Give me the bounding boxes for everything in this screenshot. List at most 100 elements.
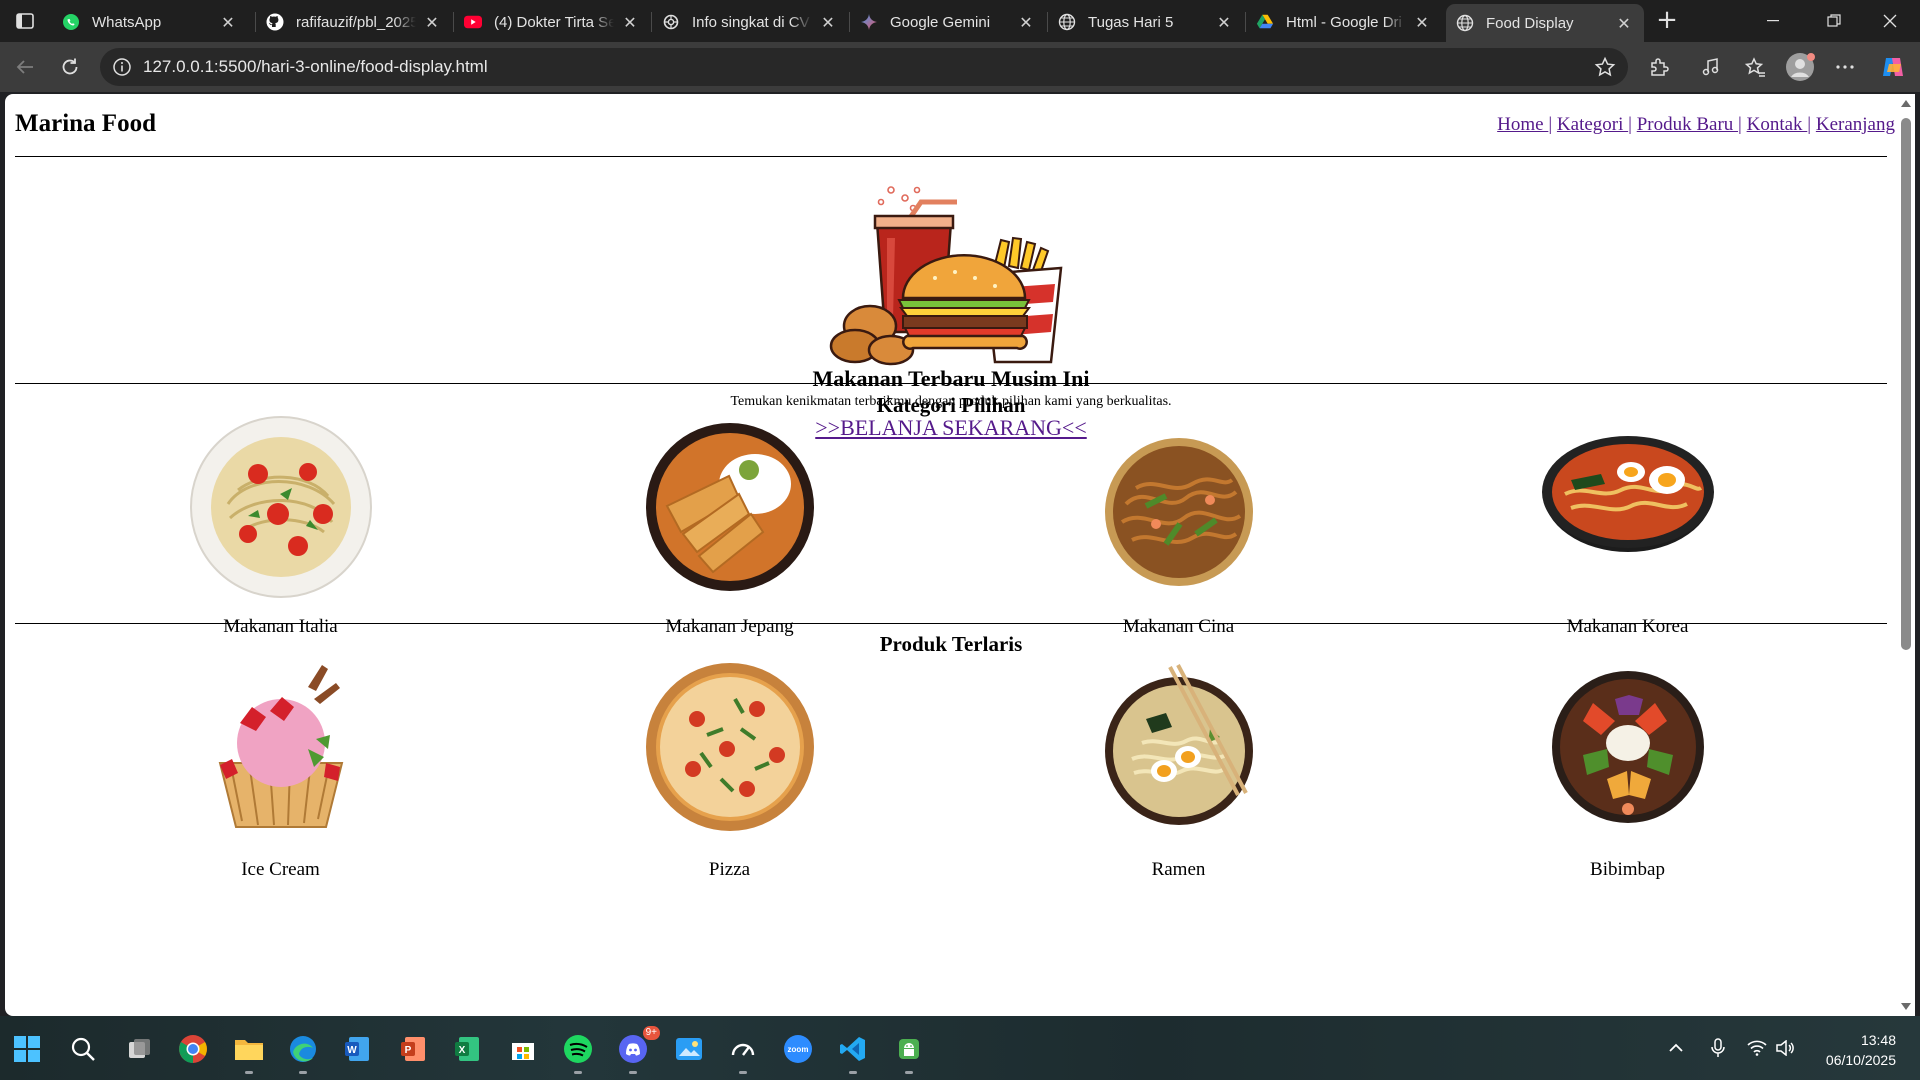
new-tab-button[interactable]: + xyxy=(1652,6,1682,36)
nav-kontak[interactable]: Kontak xyxy=(1747,114,1808,135)
tab-title: Tugas Hari 5 xyxy=(1088,13,1174,31)
zoom-icon[interactable]: zoom xyxy=(781,1032,815,1066)
tab-title: Info singkat di CV xyxy=(692,13,810,31)
edge-icon[interactable] xyxy=(286,1032,320,1074)
zoom-label: zoom xyxy=(788,1045,809,1054)
close-tab-icon[interactable]: ✕ xyxy=(422,13,442,32)
globe-icon xyxy=(1058,13,1076,31)
nav-keranjang[interactable]: Keranjang xyxy=(1816,114,1895,135)
more-horizontal-icon xyxy=(1836,65,1854,69)
tab-gemini[interactable]: Google Gemini ✕ xyxy=(850,4,1046,40)
search-icon[interactable] xyxy=(66,1032,100,1066)
extensions-button[interactable] xyxy=(1644,52,1674,82)
close-window-button[interactable] xyxy=(1860,0,1920,42)
ramyeon-image xyxy=(1541,436,1714,552)
more-menu-button[interactable] xyxy=(1830,52,1860,82)
discord-icon[interactable]: 9+ xyxy=(616,1026,660,1074)
music-note-icon xyxy=(1702,58,1719,76)
close-tab-icon[interactable]: ✕ xyxy=(1016,13,1036,32)
tab-chatgpt[interactable]: Info singkat di CV ✕ xyxy=(652,4,848,40)
back-button[interactable] xyxy=(10,52,40,82)
system-clock[interactable]: 13:48 06/10/2025 xyxy=(1826,1030,1896,1070)
bookmark-star-icon[interactable] xyxy=(1594,56,1616,78)
hero-title: Makanan Terbaru Musim Ini xyxy=(812,366,1090,391)
address-bar[interactable]: 127.0.0.1:5500/hari-3-online/food-displa… xyxy=(100,48,1628,86)
close-tab-icon[interactable]: ✕ xyxy=(1614,14,1634,33)
file-explorer-icon[interactable] xyxy=(232,1032,266,1074)
word-icon[interactable]: W xyxy=(340,1032,374,1066)
windows-taskbar: W P X 9+ zoom 13:48 06/10/2025 xyxy=(0,1016,1920,1080)
nav-separator: | xyxy=(1738,114,1742,135)
product-label: Pizza xyxy=(708,859,751,880)
microphone-icon[interactable] xyxy=(1705,1032,1731,1064)
site-info-icon[interactable] xyxy=(112,57,132,77)
ramen-image xyxy=(1104,664,1253,825)
profile-button[interactable] xyxy=(1785,52,1815,82)
scroll-down-icon[interactable] xyxy=(1901,1003,1911,1010)
back-arrow-icon xyxy=(16,60,33,74)
nav-produk-baru[interactable]: Produk Baru xyxy=(1637,114,1738,135)
fast-food-illustration xyxy=(829,186,1063,366)
running-indicator xyxy=(629,1071,637,1074)
wifi-icon[interactable] xyxy=(1744,1032,1770,1064)
svg-text:P: P xyxy=(405,1045,412,1056)
excel-icon[interactable]: X xyxy=(450,1032,484,1066)
browser-tab-bar: WhatsApp ✕ rafifauzif/pbl_2025 ✕ (4) Dok… xyxy=(0,0,1920,42)
tab-youtube[interactable]: (4) Dokter Tirta Se ✕ xyxy=(454,4,650,40)
puzzle-icon xyxy=(1651,58,1669,76)
restore-button[interactable] xyxy=(1804,0,1864,42)
powerpoint-icon[interactable]: P xyxy=(396,1032,430,1066)
tab-google-drive[interactable]: Html - Google Dri ✕ xyxy=(1246,4,1442,40)
close-tab-icon[interactable]: ✕ xyxy=(218,13,238,32)
page-viewport: Marina Food Home | Kategori | Produk Bar… xyxy=(5,94,1897,1016)
product-label: Ice Cream xyxy=(241,859,320,880)
tab-title: rafifauzif/pbl_2025 xyxy=(296,13,416,31)
reload-button[interactable] xyxy=(55,52,85,82)
scroll-thumb[interactable] xyxy=(1901,118,1911,650)
copilot-button[interactable] xyxy=(1878,52,1908,82)
minimize-button[interactable] xyxy=(1744,0,1804,42)
nav-separator: | xyxy=(1807,114,1812,135)
nav-home[interactable]: Home xyxy=(1497,114,1548,135)
tab-whatsapp[interactable]: WhatsApp ✕ xyxy=(52,4,248,40)
chrome-icon[interactable] xyxy=(176,1032,210,1066)
spotify-icon[interactable] xyxy=(561,1032,595,1074)
nav-kategori[interactable]: Kategori xyxy=(1557,114,1628,135)
tab-github[interactable]: rafifauzif/pbl_2025 ✕ xyxy=(256,4,452,40)
clock-date: 06/10/2025 xyxy=(1825,1052,1896,1068)
vscode-icon[interactable] xyxy=(836,1032,870,1074)
close-tab-icon[interactable]: ✕ xyxy=(1412,13,1432,32)
noodles-image xyxy=(1104,438,1253,586)
volume-icon[interactable] xyxy=(1772,1032,1798,1064)
running-indicator xyxy=(905,1071,913,1074)
main-nav: Home | Kategori | Produk Baru | Kontak |… xyxy=(1497,114,1895,136)
globe-icon xyxy=(1456,14,1474,32)
photos-icon[interactable] xyxy=(672,1032,706,1066)
tab-food-display[interactable]: Food Display ✕ xyxy=(1446,4,1644,42)
avatar xyxy=(1786,53,1815,81)
ice-cream-image xyxy=(218,665,343,828)
katsu-curry-image xyxy=(645,423,814,591)
close-tab-icon[interactable]: ✕ xyxy=(818,13,838,32)
tab-actions-icon[interactable] xyxy=(14,10,36,32)
svg-text:W: W xyxy=(347,1045,357,1056)
show-hidden-icons-chevron-up-icon[interactable] xyxy=(1664,1032,1688,1064)
microsoft-store-icon[interactable] xyxy=(506,1032,540,1066)
tab-tugas-hari-5[interactable]: Tugas Hari 5 ✕ xyxy=(1048,4,1244,40)
speedtest-icon[interactable] xyxy=(726,1032,760,1074)
shop-now-link[interactable]: >>BELANJA SEKARANG<< xyxy=(815,415,1086,440)
scroll-up-icon[interactable] xyxy=(1901,100,1911,107)
close-tab-icon[interactable]: ✕ xyxy=(620,13,640,32)
task-view-icon[interactable] xyxy=(122,1032,156,1066)
tab-title: (4) Dokter Tirta Se xyxy=(494,13,614,31)
close-tab-icon[interactable]: ✕ xyxy=(1214,13,1234,32)
url-text[interactable]: 127.0.0.1:5500/hari-3-online/food-displa… xyxy=(143,57,488,77)
windows-start-icon[interactable] xyxy=(10,1032,44,1066)
running-indicator xyxy=(574,1071,582,1074)
tab-title: Html - Google Dri xyxy=(1286,13,1402,31)
page-scrollbar[interactable] xyxy=(1897,94,1915,1016)
media-control-button[interactable] xyxy=(1696,52,1726,82)
divider xyxy=(15,156,1887,157)
favorites-button[interactable] xyxy=(1740,52,1770,82)
android-icon[interactable] xyxy=(892,1032,926,1074)
